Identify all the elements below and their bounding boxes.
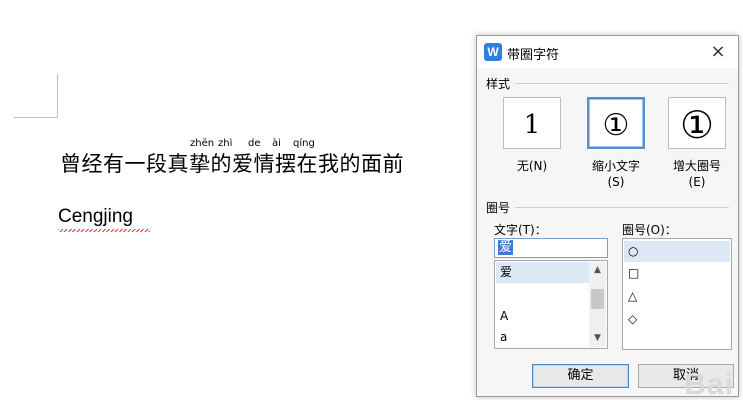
style-caption-enlarge: 增大圈号 (E) xyxy=(672,159,721,189)
list-item[interactable]: □ xyxy=(624,263,730,284)
dialog-title: 带圈字符 xyxy=(507,48,560,63)
style-none-preview-icon: 1 xyxy=(524,110,541,140)
style-caption-none: 无(N) xyxy=(516,159,548,173)
margin-corner-mark xyxy=(57,74,58,118)
svg-text:1: 1 xyxy=(524,110,541,140)
text-list-scrollbar[interactable]: ▲ ▼ xyxy=(589,262,606,347)
scroll-up-icon[interactable]: ▲ xyxy=(589,262,606,279)
list-item[interactable]: a xyxy=(496,327,589,348)
document-text-line[interactable]: Cengjing xyxy=(58,206,133,228)
style-option-enlarge-symbol[interactable]: ① xyxy=(668,97,726,149)
style-option-shrink-text[interactable]: ① xyxy=(587,97,645,149)
svg-text:①: ① xyxy=(680,103,714,147)
scroll-down-icon[interactable]: ▼ xyxy=(589,330,606,347)
enclosed-characters-dialog: W 带圈字符 × 样式 1 ① ① 无(N) 缩小文字 (S) 增大圈号 (E)… xyxy=(476,35,739,400)
style-shrink-preview-icon: ① xyxy=(603,108,630,143)
list-item[interactable]: ◇ xyxy=(624,309,730,330)
margin-corner-mark xyxy=(14,117,58,118)
group-divider xyxy=(515,207,729,208)
list-item[interactable]: 爱 xyxy=(496,262,589,283)
text-input[interactable]: 爱 xyxy=(494,238,608,258)
style-enlarge-preview-icon: ① xyxy=(680,103,714,147)
watermark-logo: Bai xyxy=(684,368,734,400)
svg-text:①: ① xyxy=(603,108,630,143)
ok-button[interactable]: 确定 xyxy=(532,364,629,388)
list-item[interactable]: ○ xyxy=(624,241,730,262)
wps-writer-icon: W xyxy=(484,43,502,61)
enclosure-field-label: 圈号(O)： xyxy=(622,223,677,237)
text-field-label: 文字(T)： xyxy=(494,223,547,237)
style-option-none[interactable]: 1 xyxy=(503,97,561,149)
dialog-titlebar[interactable]: W 带圈字符 × xyxy=(477,36,738,68)
text-list[interactable]: 爱 A a ▲ ▼ xyxy=(494,260,608,349)
style-caption-shrink: 缩小文字 (S) xyxy=(591,159,640,189)
list-item[interactable]: A xyxy=(496,306,589,327)
spellcheck-underline xyxy=(58,229,150,232)
document-text-line[interactable]: 曾经有一段真挚的爱情摆在我的面前 xyxy=(60,148,404,178)
style-group-label: 样式 xyxy=(486,77,511,91)
group-divider xyxy=(515,83,729,84)
scroll-thumb[interactable] xyxy=(591,289,604,309)
close-icon[interactable]: × xyxy=(708,42,728,62)
enclosure-group-label: 圈号 xyxy=(486,201,511,215)
list-item[interactable] xyxy=(496,283,589,304)
selected-text: 爱 xyxy=(498,240,514,255)
enclosure-list[interactable]: ○ □ △ ◇ xyxy=(622,238,732,350)
list-item[interactable]: △ xyxy=(624,286,730,307)
